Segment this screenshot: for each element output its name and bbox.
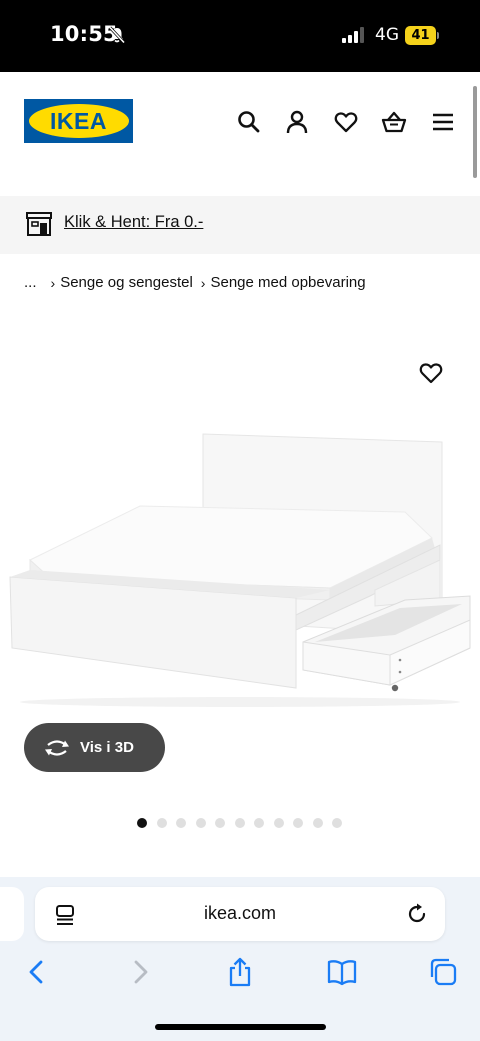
breadcrumb-item-storage-beds[interactable]: Senge med opbevaring xyxy=(210,274,365,291)
address-text: ikea.com xyxy=(203,903,277,923)
search-icon[interactable] xyxy=(236,109,262,135)
logo-oval: IKEA xyxy=(28,104,129,138)
breadcrumb: ... › Senge og sengestel › Senge med opb… xyxy=(24,274,366,291)
rotate-3d-icon xyxy=(45,739,69,756)
carousel-dot[interactable] xyxy=(312,818,323,828)
screen: 10:55 4G 41 IKEA Klik & Hent: Fra 0.- ..… xyxy=(0,0,480,1041)
previous-tab-peek[interactable] xyxy=(0,887,24,941)
carousel-dot[interactable] xyxy=(273,818,284,828)
carousel-dot[interactable] xyxy=(195,818,206,828)
view-3d-label: Vis i 3D xyxy=(80,739,134,756)
logo-text: IKEA xyxy=(50,107,107,134)
battery-indicator: 41 xyxy=(405,26,439,45)
chevron-right-icon: › xyxy=(200,274,206,291)
breadcrumb-ellipsis[interactable]: ... xyxy=(24,274,37,291)
site-header: IKEA xyxy=(0,72,480,196)
carousel-dot[interactable] xyxy=(215,818,225,828)
signal-icon xyxy=(342,27,364,43)
browser-toolbar: ikea.com xyxy=(0,877,480,1041)
ikea-logo[interactable]: IKEA xyxy=(24,99,133,143)
address-bar[interactable]: ikea.com xyxy=(35,887,445,941)
store-icon xyxy=(26,212,52,236)
carousel-dot[interactable] xyxy=(176,818,186,828)
click-collect-banner: Klik & Hent: Fra 0.- xyxy=(0,196,480,254)
product-image[interactable] xyxy=(0,420,480,710)
carousel-dot[interactable] xyxy=(332,818,342,828)
carousel-dot[interactable] xyxy=(156,818,167,828)
tabs-icon[interactable] xyxy=(428,957,458,987)
bell-muted-icon xyxy=(108,26,126,44)
image-carousel-dots[interactable] xyxy=(137,818,342,828)
chevron-right-icon: › xyxy=(50,274,56,291)
basket-icon[interactable] xyxy=(381,109,407,135)
favorite-heart-icon[interactable] xyxy=(418,360,444,386)
network-label: 4G xyxy=(375,25,399,45)
click-collect-link[interactable]: Klik & Hent: Fra 0.- xyxy=(64,213,203,232)
view-3d-button[interactable]: Vis i 3D xyxy=(24,723,165,772)
account-icon[interactable] xyxy=(284,109,310,135)
carousel-dot[interactable] xyxy=(254,818,264,828)
carousel-dot[interactable] xyxy=(137,818,147,828)
scroll-indicator[interactable] xyxy=(473,86,477,178)
forward-icon[interactable] xyxy=(125,957,155,987)
battery-level: 41 xyxy=(405,26,436,45)
home-indicator[interactable] xyxy=(155,1024,326,1030)
carousel-dot[interactable] xyxy=(293,818,303,828)
menu-icon[interactable] xyxy=(430,109,456,135)
battery-tip xyxy=(437,32,439,39)
share-icon[interactable] xyxy=(225,957,255,987)
breadcrumb-item-beds[interactable]: Senge og sengestel xyxy=(60,274,193,291)
reload-icon[interactable] xyxy=(405,902,429,926)
bookmarks-icon[interactable] xyxy=(327,957,357,987)
heart-icon[interactable] xyxy=(333,109,359,135)
back-icon[interactable] xyxy=(22,957,52,987)
status-bar: 10:55 4G 41 xyxy=(0,0,480,72)
carousel-dot[interactable] xyxy=(234,818,245,828)
